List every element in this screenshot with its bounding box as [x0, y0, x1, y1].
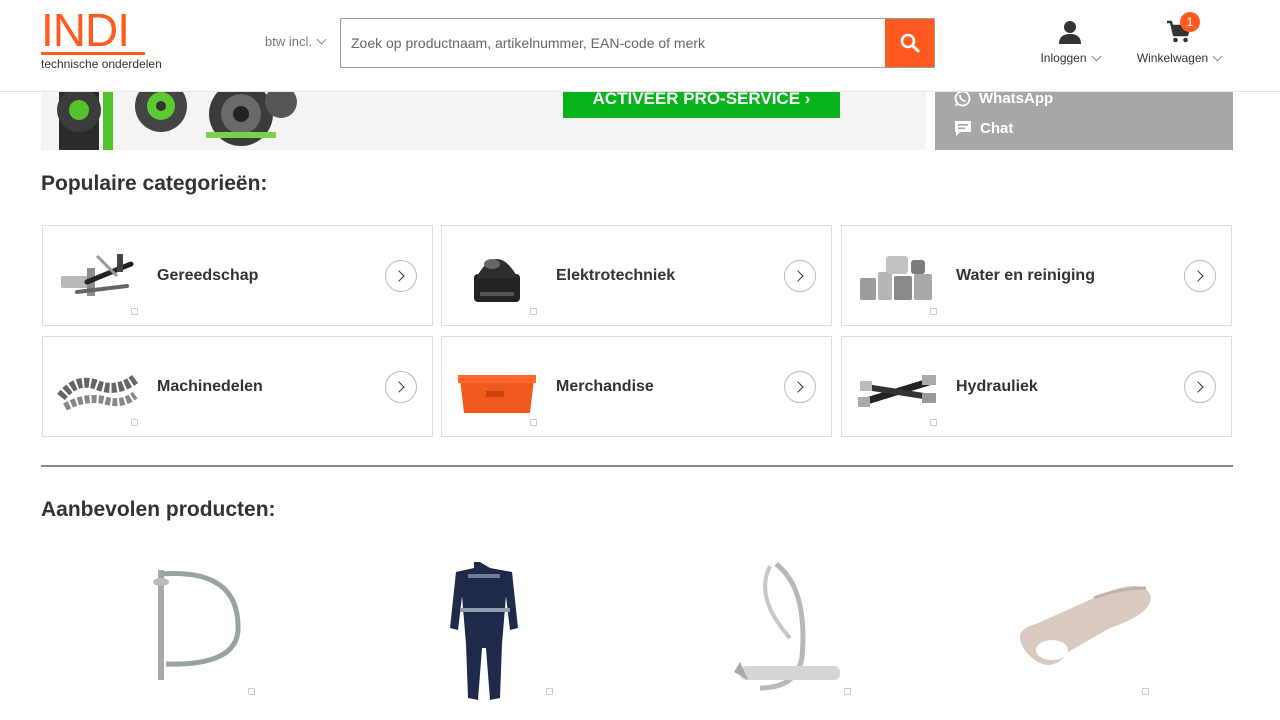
image-placeholder-icon — [530, 308, 537, 315]
category-card-hydrauliek[interactable]: Hydrauliek — [841, 336, 1232, 437]
chevron-right-icon[interactable] — [1184, 260, 1216, 292]
whatsapp-link[interactable]: WhatsApp — [954, 90, 1053, 107]
linch-pin-icon — [153, 570, 241, 680]
chevron-right-icon[interactable] — [1184, 371, 1216, 403]
category-label: Machinedelen — [157, 378, 263, 395]
chevron-right-icon: › — [804, 92, 811, 108]
image-placeholder-icon — [131, 308, 138, 315]
product-card[interactable] — [390, 548, 650, 720]
login-label: Inloggen — [1040, 51, 1087, 65]
chevron-down-icon — [1091, 51, 1101, 61]
category-label: Gereedschap — [157, 267, 259, 284]
logo-subtitle: technische onderdelen — [41, 57, 162, 71]
activate-pro-service-button[interactable]: ACTIVEER PRO-SERVICE › — [563, 92, 840, 118]
category-card-gereedschap[interactable]: Gereedschap — [42, 225, 433, 326]
category-card-machinedelen[interactable]: Machinedelen — [42, 336, 433, 437]
category-card-merchandise[interactable]: Merchandise — [441, 336, 832, 437]
cart-label: Winkelwagen — [1136, 51, 1209, 65]
cart-button[interactable]: 1 Winkelwagen — [1134, 12, 1224, 65]
tools-icon — [61, 254, 134, 296]
chain-icon — [57, 374, 139, 411]
popular-categories-title: Populaire categorieën: — [41, 172, 268, 195]
overall-icon — [450, 562, 518, 700]
chat-label: Chat — [980, 120, 1014, 137]
switch-icon — [474, 259, 520, 302]
chevron-right-icon[interactable] — [784, 371, 816, 403]
category-label: Water en reiniging — [956, 267, 1095, 284]
vat-selector-label: btw incl. — [265, 34, 312, 49]
image-placeholder-icon — [546, 688, 553, 695]
site-header: INDI technische onderdelen btw incl. Inl… — [0, 0, 1280, 92]
chevron-right-icon[interactable] — [385, 260, 417, 292]
image-placeholder-icon — [248, 688, 255, 695]
chevron-right-icon[interactable] — [385, 371, 417, 403]
chat-link[interactable]: Chat — [954, 120, 1013, 137]
whatsapp-label: WhatsApp — [979, 90, 1054, 107]
chevron-down-icon — [1212, 51, 1223, 61]
image-placeholder-icon — [930, 419, 937, 426]
chevron-right-icon[interactable] — [784, 260, 816, 292]
cable-lug-icon — [1019, 585, 1151, 665]
section-divider — [41, 465, 1233, 467]
category-label: Hydrauliek — [956, 378, 1038, 395]
search-button[interactable] — [885, 19, 934, 67]
product-card[interactable] — [90, 548, 350, 720]
logo[interactable]: INDI technische onderdelen — [41, 4, 162, 72]
hose-icon — [858, 375, 936, 407]
cart-count-badge: 1 — [1180, 12, 1200, 32]
recommended-products-title: Aanbevolen producten: — [41, 498, 276, 521]
image-placeholder-icon — [131, 419, 138, 426]
image-placeholder-icon — [844, 688, 851, 695]
sprocket-image — [57, 92, 297, 150]
image-placeholder-icon — [530, 419, 537, 426]
whatsapp-icon — [954, 90, 971, 107]
vat-selector[interactable]: btw incl. — [265, 34, 327, 49]
contact-panel: WhatsApp Chat — [935, 90, 1233, 150]
image-placeholder-icon — [1142, 688, 1149, 695]
product-card[interactable] — [990, 548, 1250, 720]
search-bar — [340, 18, 935, 68]
user-icon — [1059, 21, 1081, 44]
logo-mark: INDI — [41, 4, 130, 56]
category-label: Elektrotechniek — [556, 267, 676, 284]
product-card[interactable] — [690, 548, 950, 720]
chat-icon — [955, 121, 971, 136]
logo-underline — [41, 52, 145, 55]
toolbox-icon — [458, 375, 536, 413]
image-placeholder-icon — [930, 308, 937, 315]
promo-banner: ACTIVEER PRO-SERVICE › — [41, 92, 926, 150]
category-card-water-en-reiniging[interactable]: Water en reiniging — [841, 225, 1232, 326]
spring-clip-icon — [734, 562, 840, 691]
activate-pro-service-label: ACTIVEER PRO-SERVICE — [592, 92, 801, 108]
category-label: Merchandise — [556, 378, 654, 395]
search-icon — [900, 33, 919, 53]
chevron-down-icon — [316, 34, 327, 45]
fittings-icon — [860, 256, 932, 300]
search-input[interactable] — [341, 19, 885, 67]
category-card-elektrotechniek[interactable]: Elektrotechniek — [441, 225, 832, 326]
login-button[interactable]: Inloggen — [1038, 20, 1102, 65]
